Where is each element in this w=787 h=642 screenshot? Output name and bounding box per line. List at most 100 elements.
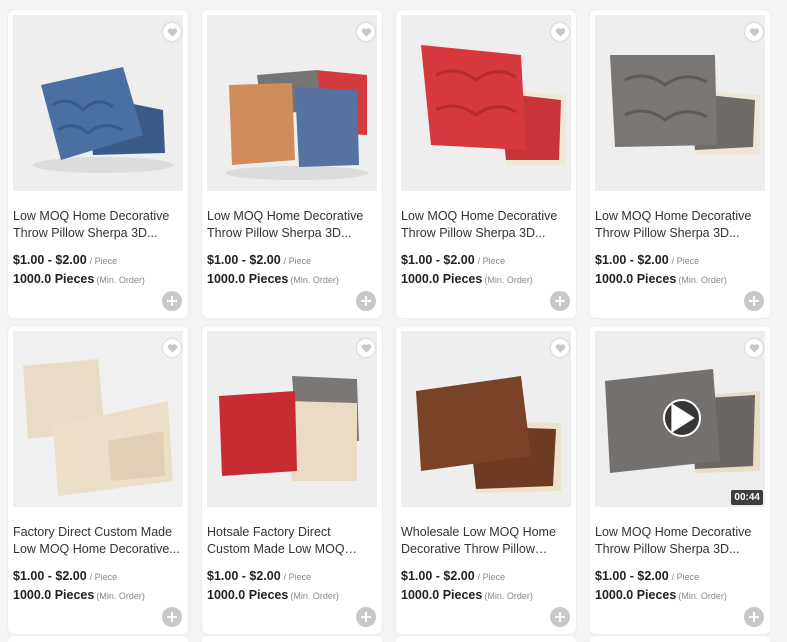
product-card[interactable]: Factory Direct Custom Made Low MOQ Home … — [8, 326, 188, 634]
favorite-button[interactable] — [357, 339, 375, 357]
favorite-button[interactable] — [551, 23, 569, 41]
price: $1.00 - $2.00 — [401, 569, 475, 583]
product-card[interactable]: Low MOQ Home Decorative Throw Pillow She… — [8, 10, 188, 318]
min-order-note: (Min. Order) — [484, 275, 533, 285]
product-card[interactable]: 00:44 Low MOQ Home Decorative Throw Pill… — [590, 326, 770, 634]
price: $1.00 - $2.00 — [595, 569, 669, 583]
add-button[interactable] — [744, 607, 764, 627]
heart-icon — [555, 343, 565, 353]
price: $1.00 - $2.00 — [207, 253, 281, 267]
next-row-card-peek — [396, 636, 576, 642]
price: $1.00 - $2.00 — [207, 569, 281, 583]
plus-icon — [555, 296, 565, 306]
favorite-button[interactable] — [745, 23, 763, 41]
play-icon — [671, 403, 695, 433]
add-button[interactable] — [550, 607, 570, 627]
product-image[interactable] — [13, 331, 183, 507]
price-unit: / Piece — [477, 256, 506, 266]
product-title[interactable]: Low MOQ Home Decorative Throw Pillow She… — [13, 208, 180, 242]
heart-icon — [167, 343, 177, 353]
heart-icon — [749, 27, 759, 37]
play-button[interactable] — [663, 399, 701, 437]
price: $1.00 - $2.00 — [13, 569, 87, 583]
favorite-button[interactable] — [357, 23, 375, 41]
add-button[interactable] — [356, 291, 376, 311]
price: $1.00 - $2.00 — [595, 253, 669, 267]
price: $1.00 - $2.00 — [401, 253, 475, 267]
plus-icon — [361, 612, 371, 622]
min-order-quantity: 1000.0 Pieces — [595, 272, 677, 286]
min-order-note: (Min. Order) — [290, 591, 339, 601]
price-row: $1.00 - $2.00/ Piece — [207, 569, 311, 583]
price-row: $1.00 - $2.00/ Piece — [401, 569, 505, 583]
min-order-quantity: 1000.0 Pieces — [13, 588, 95, 602]
min-order-note: (Min. Order) — [96, 591, 145, 601]
product-image[interactable] — [13, 15, 183, 191]
min-order-quantity: 1000.0 Pieces — [401, 588, 483, 602]
min-order-quantity: 1000.0 Pieces — [595, 588, 677, 602]
heart-icon — [749, 343, 759, 353]
moq-row: 1000.0 Pieces (Min. Order) — [595, 588, 727, 602]
min-order-quantity: 1000.0 Pieces — [401, 272, 483, 286]
min-order-note: (Min. Order) — [678, 591, 727, 601]
price-unit: / Piece — [283, 572, 312, 582]
product-title[interactable]: Low MOQ Home Decorative Throw Pillow She… — [595, 524, 762, 558]
moq-row: 1000.0 Pieces (Min. Order) — [13, 272, 145, 286]
add-button[interactable] — [744, 291, 764, 311]
moq-row: 1000.0 Pieces (Min. Order) — [207, 588, 339, 602]
product-card[interactable]: Low MOQ Home Decorative Throw Pillow She… — [202, 10, 382, 318]
moq-row: 1000.0 Pieces (Min. Order) — [13, 588, 145, 602]
heart-icon — [361, 343, 371, 353]
favorite-button[interactable] — [163, 339, 181, 357]
favorite-button[interactable] — [163, 23, 181, 41]
product-title[interactable]: Low MOQ Home Decorative Throw Pillow She… — [207, 208, 374, 242]
product-card[interactable]: Wholesale Low MOQ Home Decorative Throw … — [396, 326, 576, 634]
plus-icon — [749, 296, 759, 306]
product-title[interactable]: Hotsale Factory Direct Custom Made Low M… — [207, 524, 374, 558]
price-row: $1.00 - $2.00/ Piece — [401, 253, 505, 267]
moq-row: 1000.0 Pieces (Min. Order) — [401, 272, 533, 286]
add-button[interactable] — [162, 607, 182, 627]
plus-icon — [555, 612, 565, 622]
product-grid: Low MOQ Home Decorative Throw Pillow She… — [8, 10, 770, 634]
heart-icon — [361, 27, 371, 37]
product-title[interactable]: Factory Direct Custom Made Low MOQ Home … — [13, 524, 180, 558]
add-button[interactable] — [162, 291, 182, 311]
product-card[interactable]: Hotsale Factory Direct Custom Made Low M… — [202, 326, 382, 634]
plus-icon — [167, 296, 177, 306]
product-card[interactable]: Low MOQ Home Decorative Throw Pillow She… — [590, 10, 770, 318]
plus-icon — [361, 296, 371, 306]
product-image[interactable] — [207, 15, 377, 191]
price-row: $1.00 - $2.00/ Piece — [595, 569, 699, 583]
price-row: $1.00 - $2.00/ Piece — [13, 253, 117, 267]
moq-row: 1000.0 Pieces (Min. Order) — [207, 272, 339, 286]
min-order-quantity: 1000.0 Pieces — [13, 272, 95, 286]
add-button[interactable] — [356, 607, 376, 627]
product-image[interactable] — [207, 331, 377, 507]
price-unit: / Piece — [671, 256, 700, 266]
product-title[interactable]: Low MOQ Home Decorative Throw Pillow She… — [595, 208, 762, 242]
min-order-quantity: 1000.0 Pieces — [207, 272, 289, 286]
product-card[interactable]: Low MOQ Home Decorative Throw Pillow She… — [396, 10, 576, 318]
price-row: $1.00 - $2.00/ Piece — [13, 569, 117, 583]
product-image[interactable] — [401, 331, 571, 507]
product-title[interactable]: Wholesale Low MOQ Home Decorative Throw … — [401, 524, 568, 558]
price: $1.00 - $2.00 — [13, 253, 87, 267]
price-unit: / Piece — [89, 572, 118, 582]
product-title[interactable]: Low MOQ Home Decorative Throw Pillow She… — [401, 208, 568, 242]
price-unit: / Piece — [283, 256, 312, 266]
product-video-thumbnail[interactable]: 00:44 — [595, 331, 765, 507]
price-row: $1.00 - $2.00/ Piece — [595, 253, 699, 267]
product-image[interactable] — [595, 15, 765, 191]
plus-icon — [167, 612, 177, 622]
favorite-button[interactable] — [551, 339, 569, 357]
price-row: $1.00 - $2.00/ Piece — [207, 253, 311, 267]
plus-icon — [749, 612, 759, 622]
heart-icon — [167, 27, 177, 37]
product-image[interactable] — [401, 15, 571, 191]
min-order-quantity: 1000.0 Pieces — [207, 588, 289, 602]
favorite-button[interactable] — [745, 339, 763, 357]
add-button[interactable] — [550, 291, 570, 311]
price-unit: / Piece — [477, 572, 506, 582]
min-order-note: (Min. Order) — [290, 275, 339, 285]
